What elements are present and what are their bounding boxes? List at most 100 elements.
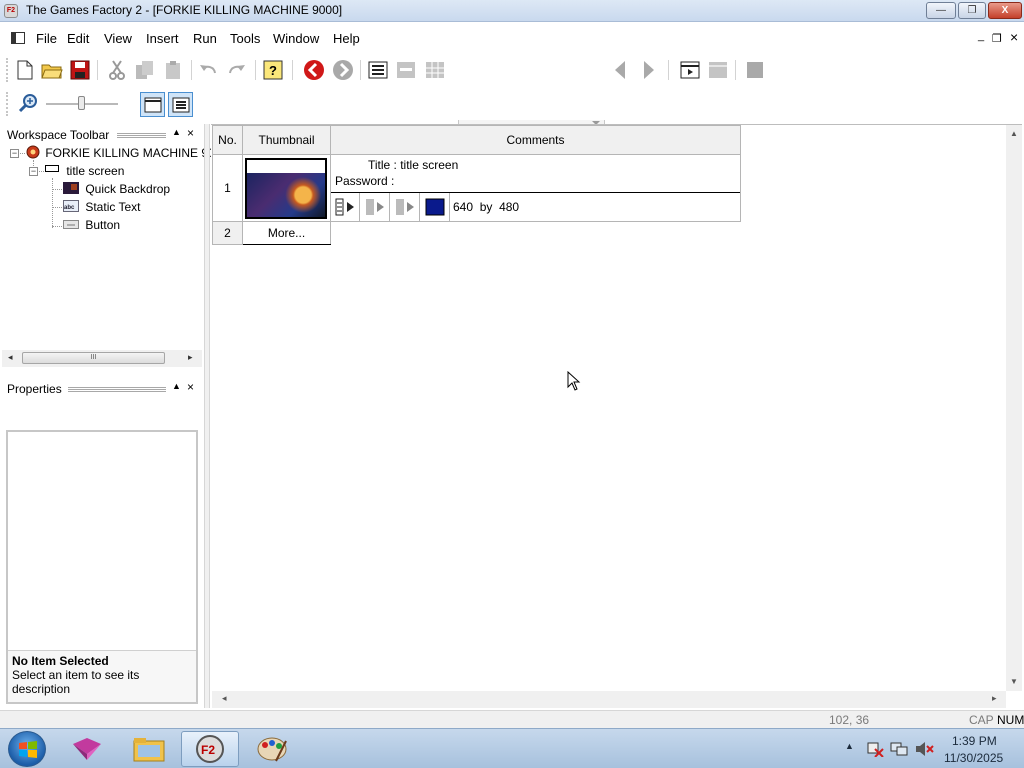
frame-title-text[interactable]: Title : title screen [368, 158, 458, 172]
back-red-icon[interactable] [303, 59, 325, 81]
close-button[interactable]: X [988, 2, 1022, 19]
collapse-icon[interactable]: − [10, 149, 19, 158]
editor-horizontal-scrollbar[interactable]: ◂ ▸ [212, 691, 1006, 708]
scroll-thumb[interactable]: III [22, 352, 165, 364]
menu-help[interactable]: Help [333, 31, 360, 46]
forward-grey-icon[interactable] [332, 59, 354, 81]
document-icon[interactable] [11, 32, 25, 44]
clock-time[interactable]: 1:39 PM [952, 734, 997, 748]
column-header-thumbnail[interactable]: Thumbnail [242, 125, 331, 155]
caps-lock-indicator: CAP [969, 713, 994, 727]
help-icon[interactable]: ? [262, 59, 284, 81]
copy-icon[interactable] [134, 59, 156, 81]
thumbnail-cell[interactable] [242, 154, 331, 222]
title-bar: F2 The Games Factory 2 - [FORKIE KILLING… [0, 0, 1024, 22]
tree-item-button[interactable]: Button [63, 218, 120, 232]
menu-edit[interactable]: Edit [67, 31, 89, 46]
redo-icon[interactable] [226, 59, 248, 81]
games-factory-icon: F2 [196, 735, 224, 763]
tree-item-application[interactable]: FORKIE KILLING MACHINE 9000 [26, 145, 228, 160]
show-hidden-icons-button[interactable]: ▲ [845, 741, 854, 751]
taskbar-app-explorer[interactable] [120, 731, 178, 767]
new-file-icon[interactable] [14, 59, 36, 81]
menu-run[interactable]: Run [193, 31, 217, 46]
close-icon[interactable]: × [187, 126, 194, 140]
pane-grip[interactable] [68, 387, 166, 392]
mdi-minimize-button[interactable]: _ [978, 30, 984, 42]
pin-icon[interactable]: ▲ [172, 127, 181, 137]
frame-view-button[interactable] [140, 92, 165, 117]
menu-view[interactable]: View [104, 31, 132, 46]
minimize-button[interactable]: — [926, 2, 956, 19]
background-color-swatch[interactable] [420, 193, 450, 221]
toolbar-grip[interactable] [6, 92, 9, 116]
menu-file[interactable]: File [36, 31, 57, 46]
next-frame-icon[interactable] [638, 59, 660, 81]
save-icon[interactable] [69, 59, 91, 81]
column-header-no[interactable]: No. [212, 125, 243, 155]
frame-size[interactable]: 640 by 480 [453, 200, 519, 214]
pane-grip[interactable] [117, 133, 166, 138]
menu-window[interactable]: Window [273, 31, 319, 46]
undo-icon[interactable] [197, 59, 219, 81]
clock-date[interactable]: 11/30/2025 [944, 751, 1003, 765]
scroll-right-icon[interactable]: ▸ [188, 352, 193, 363]
workspace-horizontal-scrollbar[interactable]: ◂ III ▸ [2, 350, 202, 367]
taskbar-app-paint[interactable] [243, 731, 301, 767]
transition-in-icon[interactable] [360, 193, 390, 221]
transition-out-icon[interactable] [390, 193, 420, 221]
tree-item-frame[interactable]: title screen [45, 164, 124, 178]
cut-icon[interactable] [106, 59, 128, 81]
pane-splitter[interactable] [204, 124, 210, 708]
toolbar-grip[interactable] [6, 58, 9, 82]
table-row-more[interactable]: 2 More... [212, 221, 741, 245]
visual-studio-icon [73, 738, 101, 760]
frame-width: 640 [453, 200, 474, 214]
window-view-icon [144, 97, 161, 112]
scroll-left-icon[interactable]: ◂ [222, 693, 227, 704]
event-editor-icon[interactable] [424, 59, 446, 81]
description-text: Select an item to see its description [12, 668, 140, 696]
frame-thumbnail[interactable] [245, 157, 327, 219]
stop-icon[interactable] [744, 59, 766, 81]
list-view-button[interactable] [168, 92, 193, 117]
mouse-cursor-icon [567, 371, 581, 391]
zoom-slider-thumb[interactable] [78, 96, 85, 110]
network-icon[interactable] [890, 741, 908, 757]
action-center-icon[interactable] [866, 741, 884, 757]
mdi-restore-button[interactable]: ❐ [992, 32, 1002, 45]
paste-icon[interactable] [162, 59, 184, 81]
tree-item-quick-backdrop[interactable]: Quick Backdrop [63, 182, 170, 196]
more-frames-button[interactable]: More... [242, 221, 331, 245]
scroll-down-icon[interactable]: ▼ [1010, 677, 1018, 686]
storyboard-icon[interactable] [367, 59, 389, 81]
open-folder-icon[interactable] [41, 59, 63, 81]
maximize-button[interactable]: ❐ [958, 2, 986, 19]
menu-tools[interactable]: Tools [230, 31, 260, 46]
frame-editor-icon[interactable] [395, 59, 417, 81]
start-button[interactable] [8, 731, 46, 767]
volume-muted-icon[interactable] [914, 741, 934, 757]
zoom-icon[interactable] [17, 92, 39, 114]
run-application-icon[interactable] [707, 59, 729, 81]
run-frame-icon[interactable] [679, 59, 701, 81]
fade-in-icon[interactable] [331, 193, 360, 221]
close-icon[interactable]: × [187, 380, 194, 394]
collapse-icon[interactable]: − [29, 167, 38, 176]
tree-item-static-text[interactable]: abc Static Text [63, 200, 140, 214]
mdi-close-button[interactable]: × [1010, 29, 1018, 45]
taskbar-app-visual-studio[interactable] [58, 731, 116, 767]
pin-icon[interactable]: ▲ [172, 381, 181, 391]
menu-insert[interactable]: Insert [146, 31, 179, 46]
taskbar-app-games-factory[interactable]: F2 [181, 731, 239, 767]
paint-palette-icon [257, 737, 287, 762]
column-header-comments[interactable]: Comments [330, 125, 741, 155]
editor-vertical-scrollbar[interactable]: ▲ ▼ [1006, 125, 1022, 691]
scroll-right-icon[interactable]: ▸ [992, 693, 997, 704]
frame-password-text[interactable]: Password : [335, 174, 394, 188]
scroll-left-icon[interactable]: ◂ [8, 352, 13, 363]
table-row[interactable]: 1 Title : title screen Password : 640 by… [212, 154, 741, 222]
app-icon[interactable]: F2 [4, 4, 18, 18]
previous-frame-icon[interactable] [609, 59, 631, 81]
scroll-up-icon[interactable]: ▲ [1010, 129, 1018, 138]
